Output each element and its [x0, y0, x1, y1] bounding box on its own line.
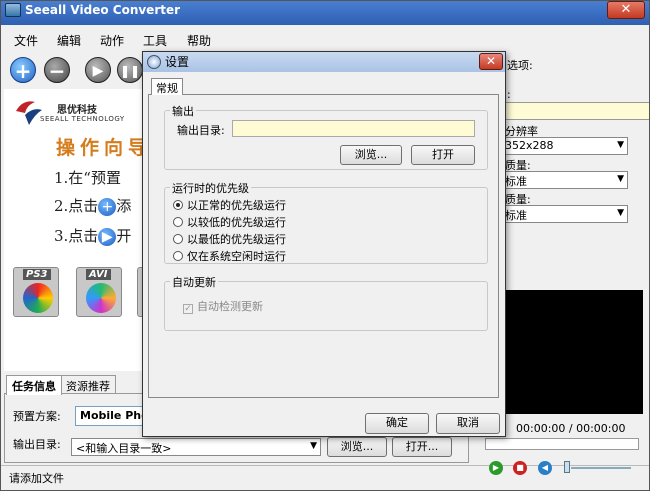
dialog-output-dir-input[interactable] — [232, 120, 475, 137]
guide-step-3-suffix: 开 — [116, 227, 132, 245]
menu-bar: 文件 编辑 动作 工具 帮助 — [1, 31, 649, 49]
output-dir-select[interactable]: <和输入目录一致> ▼ — [71, 438, 321, 456]
ok-button[interactable]: 确定 — [365, 413, 429, 434]
priority-idle-radio[interactable]: 仅在系统空闲时运行 — [173, 248, 286, 264]
guide-step-3: 3.点击 ▶ 开 — [54, 225, 131, 246]
dialog-output-dir-label: 输出目录: — [177, 124, 225, 137]
tab-task-info[interactable]: 任务信息 — [6, 375, 62, 395]
auto-update-label: 自动检测更新 — [197, 300, 263, 313]
ps3-format-icon[interactable]: PS3 — [13, 267, 59, 317]
chevron-down-icon: ▼ — [617, 174, 624, 184]
app-icon — [5, 3, 21, 17]
guide-step-2-text: 2.点击 — [54, 197, 99, 215]
priority-normal-radio[interactable]: 以正常的优先级运行 — [173, 197, 286, 213]
dialog-title: 设置 — [165, 55, 190, 69]
resolution-select[interactable]: 352x288 ▼ — [501, 137, 628, 155]
company-name-cn: 思优科技 — [57, 105, 97, 116]
stop-icon[interactable]: ■ — [513, 461, 527, 475]
volume-icon[interactable]: ◀ — [538, 461, 552, 475]
options-header: 选项: — [507, 59, 533, 72]
priority-low-radio[interactable]: 以较低的优先级运行 — [173, 214, 286, 230]
play-icon: ▶ — [98, 228, 117, 246]
volume-track — [571, 467, 631, 469]
time-display: 00:00:00 / 00:00:00 — [516, 422, 626, 435]
video-quality-select[interactable]: 标准 ▼ — [501, 171, 628, 189]
name-label: : — [507, 88, 511, 101]
remove-file-button[interactable]: − — [44, 57, 70, 83]
output-dir-value: <和输入目录一致> — [76, 442, 172, 455]
avi-disc-icon — [86, 283, 116, 313]
audio-quality-select[interactable]: 标准 ▼ — [501, 205, 628, 223]
radio-dot — [173, 200, 183, 210]
menu-edit[interactable]: 编辑 — [57, 32, 81, 49]
pause-button[interactable]: ❚❚ — [117, 57, 143, 83]
output-dir-label: 输出目录: — [13, 438, 61, 451]
menu-action[interactable]: 动作 — [100, 32, 124, 49]
guide-step-3-text: 3.点击 — [54, 227, 99, 245]
guide-step-1: 1.在“预置 — [54, 167, 121, 188]
update-group: 自动更新 ✓ 自动检测更新 — [164, 274, 488, 331]
guide-step-2-suffix: 添 — [116, 197, 132, 215]
settings-icon — [147, 55, 161, 69]
name-input[interactable] — [501, 102, 649, 120]
open-button[interactable]: 打开... — [392, 437, 452, 457]
dialog-close-button[interactable]: ✕ — [479, 53, 503, 70]
chevron-down-icon: ▼ — [310, 441, 317, 451]
dialog-open-button[interactable]: 打开 — [411, 145, 475, 165]
ps3-disc-icon — [23, 283, 53, 313]
play-icon[interactable]: ▶ — [489, 461, 503, 475]
menu-help[interactable]: 帮助 — [187, 32, 211, 49]
video-preview — [485, 290, 643, 414]
priority-lowest-label: 以最低的优先级运行 — [187, 233, 286, 246]
plus-icon: + — [98, 198, 117, 216]
guide-title: 操作向导 — [56, 137, 153, 159]
auto-update-checkbox: ✓ 自动检测更新 — [183, 298, 263, 314]
menu-tools[interactable]: 工具 — [143, 32, 167, 49]
output-group: 输出 输出目录: 浏览... 打开 — [164, 103, 488, 170]
start-convert-button[interactable]: ▶ — [85, 57, 111, 83]
volume-slider[interactable] — [564, 461, 570, 473]
priority-lowest-radio[interactable]: 以最低的优先级运行 — [173, 231, 286, 247]
title-bar: Seeall Video Converter ✕ — [1, 1, 649, 25]
avi-format-icon[interactable]: AVI — [76, 267, 122, 317]
priority-normal-label: 以正常的优先级运行 — [187, 199, 286, 212]
chevron-down-icon: ▼ — [617, 140, 624, 150]
dialog-browse-button[interactable]: 浏览... — [340, 145, 402, 165]
settings-dialog: 设置 ✕ 常规 输出 输出目录: 浏览... 打开 运行时的优先级 以正常的优先… — [142, 51, 506, 437]
priority-group-title: 运行时的优先级 — [170, 180, 251, 196]
update-group-title: 自动更新 — [170, 274, 218, 290]
radio-dot — [173, 234, 183, 244]
chevron-down-icon: ▼ — [617, 208, 624, 218]
cancel-button[interactable]: 取消 — [436, 413, 500, 434]
priority-group: 运行时的优先级 以正常的优先级运行 以较低的优先级运行 以最低的优先级运行 仅在… — [164, 180, 488, 264]
seek-bar[interactable] — [485, 438, 639, 450]
guide-step-1-text: 1.在“预置 — [54, 169, 121, 187]
status-text: 请添加文件 — [9, 472, 64, 485]
company-name-en: SEEALL TECHNOLOGY — [40, 115, 125, 123]
format-label-avi: AVI — [86, 269, 111, 280]
tab-resources[interactable]: 资源推荐 — [60, 375, 116, 394]
radio-dot — [173, 251, 183, 261]
output-group-title: 输出 — [170, 103, 196, 119]
dialog-body: 输出 输出目录: 浏览... 打开 运行时的优先级 以正常的优先级运行 以较低的… — [148, 94, 499, 398]
tab-general[interactable]: 常规 — [151, 78, 183, 95]
app-title: Seeall Video Converter — [25, 3, 181, 17]
add-file-button[interactable]: + — [10, 57, 36, 83]
checkbox-icon: ✓ — [183, 304, 193, 314]
priority-idle-label: 仅在系统空闲时运行 — [187, 250, 286, 263]
radio-dot — [173, 217, 183, 227]
dialog-title-bar: 设置 ✕ — [143, 52, 505, 72]
format-label-ps3: PS3 — [23, 269, 51, 280]
video-quality-value: 标准 — [505, 175, 527, 188]
priority-low-label: 以较低的优先级运行 — [187, 216, 286, 229]
audio-quality-value: 标准 — [505, 209, 527, 222]
browse-button[interactable]: 浏览... — [327, 437, 387, 457]
resolution-value: 352x288 — [505, 139, 554, 152]
menu-file[interactable]: 文件 — [14, 32, 38, 49]
close-button[interactable]: ✕ — [607, 1, 645, 19]
guide-step-2: 2.点击 + 添 — [54, 195, 131, 216]
preset-label: 预置方案: — [13, 410, 61, 423]
